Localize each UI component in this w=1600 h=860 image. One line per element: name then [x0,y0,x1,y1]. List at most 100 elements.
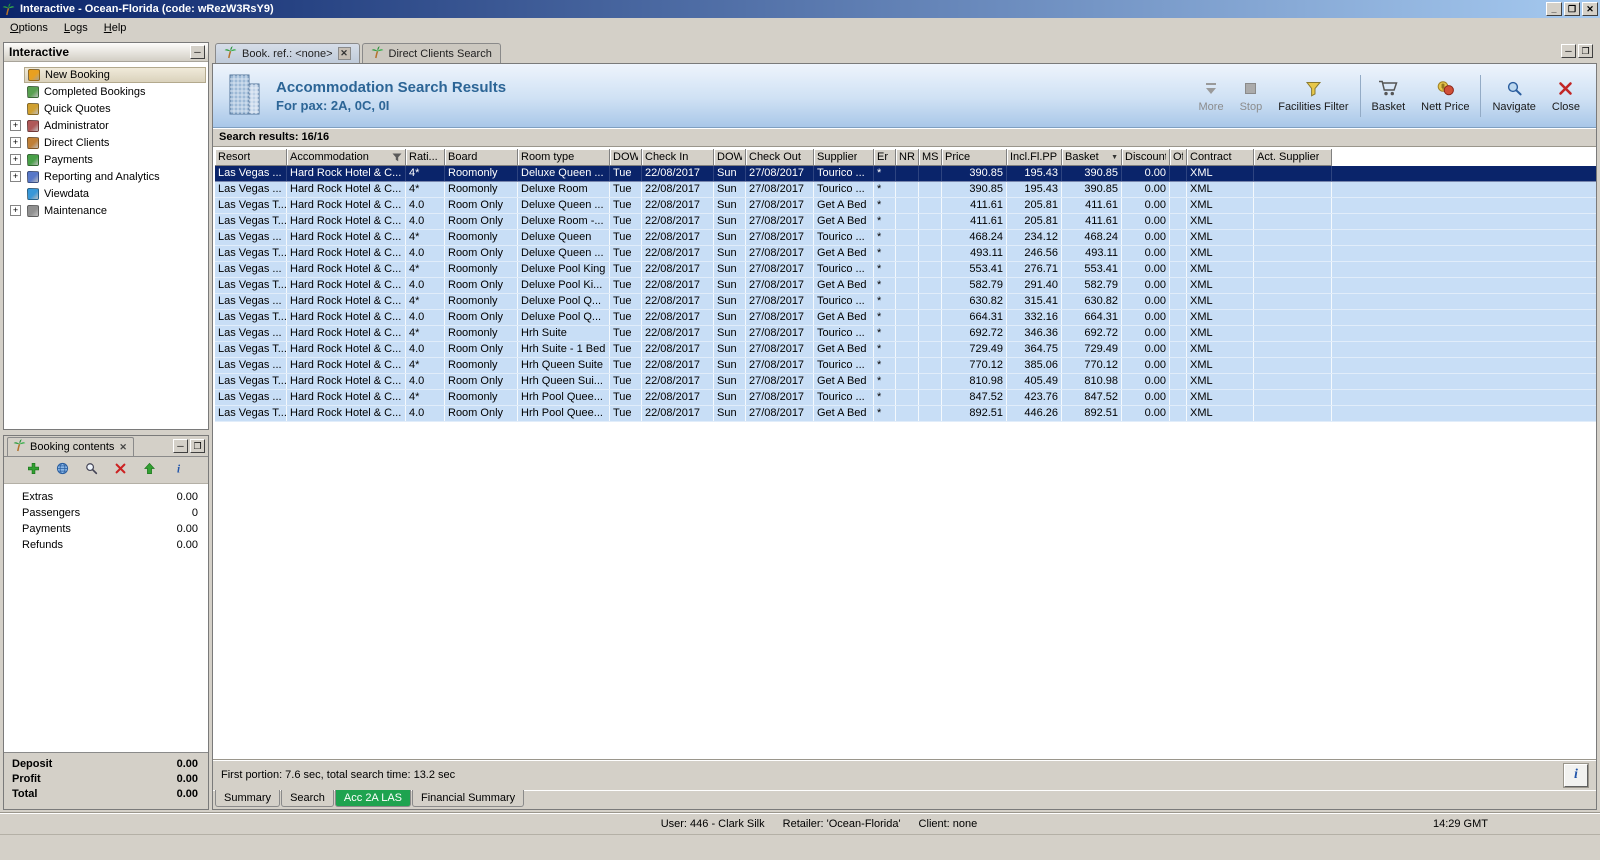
info-button[interactable]: i [169,460,189,480]
cell: XML [1187,358,1254,373]
toolbar-basket-button[interactable]: Basket [1364,70,1414,122]
cell [896,182,919,197]
tab-direct-clients-search[interactable]: Direct Clients Search [361,43,501,63]
expand-icon[interactable]: + [10,137,21,148]
mdi-minimize-button[interactable]: ─ [1561,44,1576,58]
globe-icon [56,462,69,478]
expand-icon[interactable]: + [10,120,21,131]
column-header-check-out[interactable]: Check Out [746,149,814,166]
table-row[interactable]: Las Vegas ... Hard Rock Hotel & C... 4* Roo… [215,294,1596,310]
panel-collapse-button[interactable]: ─ [190,45,205,59]
column-header-nr[interactable]: NR [896,149,919,166]
toolbar-nett-price-button[interactable]: Nett Price [1413,70,1477,122]
table-row[interactable]: Las Vegas ... Hard Rock Hotel & C... 4* Roo… [215,390,1596,406]
table-row[interactable]: Las Vegas T... Hard Rock Hotel & C... 4.0 R… [215,342,1596,358]
sidebar-item-new-booking[interactable]: New Booking [4,66,208,83]
table-row[interactable]: Las Vegas ... Hard Rock Hotel & C... 4* Roo… [215,230,1596,246]
column-header-incl-fl-pp[interactable]: Incl.Fl.PP [1007,149,1062,166]
tab-book-ref-none[interactable]: Book. ref.: <none> ✕ [215,43,360,63]
tab-close-icon[interactable]: ✕ [118,442,128,453]
toolbar-navigate-button[interactable]: Navigate [1484,70,1543,122]
table-row[interactable]: Las Vegas T... Hard Rock Hotel & C... 4.0 R… [215,246,1596,262]
sidebar-item-quick-quotes[interactable]: Quick Quotes [4,100,208,117]
column-header-dow[interactable]: DOW [714,149,746,166]
menu-help[interactable]: Help [96,19,135,37]
bottom-tab-financial-summary[interactable]: Financial Summary [412,790,525,807]
column-header-er[interactable]: Er [874,149,896,166]
column-header-rati[interactable]: Rati... [406,149,445,166]
table-row[interactable]: Las Vegas T... Hard Rock Hotel & C... 4.0 R… [215,278,1596,294]
column-header-basket[interactable]: Basket ▼ [1062,149,1122,166]
cell: 22/08/2017 [642,326,714,341]
maximize-button[interactable]: ❐ [1564,2,1580,16]
booking-contents-tab[interactable]: Booking contents ✕ [7,437,134,456]
close-button[interactable]: ✕ [1582,2,1598,16]
delete-button[interactable] [111,460,131,480]
table-row[interactable]: Las Vegas T... Hard Rock Hotel & C... 4.0 R… [215,406,1596,422]
booking-contents-row[interactable]: Refunds 0.00 [4,539,208,555]
table-row[interactable]: Las Vegas ... Hard Rock Hotel & C... 4* Roo… [215,182,1596,198]
column-header-discount[interactable]: Discount [1122,149,1170,166]
menu-logs[interactable]: Logs [56,19,96,37]
sidebar-item-maintenance[interactable]: + Maintenance [4,202,208,219]
column-header-accommodation[interactable]: Accommodation [287,149,406,166]
bottom-tab-search[interactable]: Search [281,790,334,807]
column-header-dow[interactable]: DOW [610,149,642,166]
sidebar-item-reporting-and-analytics[interactable]: + Reporting and Analytics [4,168,208,185]
mdi-restore-button[interactable]: ❐ [1578,44,1593,58]
toolbar-facilities-filter-button[interactable]: Facilities Filter [1270,70,1356,122]
column-header-ms[interactable]: MS [919,149,942,166]
panel-minimize-button[interactable]: ─ [173,439,188,453]
table-row[interactable]: Las Vegas T... Hard Rock Hotel & C... 4.0 R… [215,214,1596,230]
column-header-board[interactable]: Board [445,149,518,166]
booking-item-label: Refunds [22,539,63,551]
filter-icon[interactable] [392,153,402,162]
bottom-tab-summary[interactable]: Summary [215,790,281,807]
cell [919,374,942,389]
booking-contents-row[interactable]: Passengers 0 [4,507,208,523]
table-row[interactable]: Las Vegas T... Hard Rock Hotel & C... 4.0 R… [215,198,1596,214]
promote-button[interactable] [140,460,160,480]
column-header-of[interactable]: Of [1170,149,1187,166]
cell: 22/08/2017 [642,406,714,421]
search-button[interactable] [82,460,102,480]
column-header-supplier[interactable]: Supplier [814,149,874,166]
table-row[interactable]: Las Vegas T... Hard Rock Hotel & C... 4.0 R… [215,310,1596,326]
expand-icon[interactable]: + [10,171,21,182]
cell [919,182,942,197]
table-row[interactable]: Las Vegas T... Hard Rock Hotel & C... 4.0 R… [215,374,1596,390]
sidebar-item-payments[interactable]: + Payments [4,151,208,168]
cell: Hrh Pool Quee... [518,406,610,421]
booking-contents-row[interactable]: Extras 0.00 [4,491,208,507]
expand-icon[interactable]: + [10,154,21,165]
globe-button[interactable] [53,460,73,480]
cell: * [874,294,896,309]
minimize-button[interactable]: _ [1546,2,1562,16]
cell: 27/08/2017 [746,230,814,245]
expand-icon[interactable]: + [10,205,21,216]
table-row[interactable]: Las Vegas ... Hard Rock Hotel & C... 4* Roo… [215,358,1596,374]
bottom-tab-acc-2a-las[interactable]: Acc 2A LAS [334,790,412,807]
toolbar-close-button[interactable]: Close [1544,70,1588,122]
info-button[interactable]: i [1563,762,1589,788]
panel-restore-button[interactable]: ❐ [190,439,205,453]
sidebar-item-administrator[interactable]: + Administrator [4,117,208,134]
column-header-resort[interactable]: Resort [215,149,287,166]
palm-icon [371,45,384,62]
sidebar-item-direct-clients[interactable]: + Direct Clients [4,134,208,151]
table-row[interactable]: Las Vegas ... Hard Rock Hotel & C... 4* Roo… [215,166,1596,182]
column-header-contract[interactable]: Contract [1187,149,1254,166]
add-button[interactable] [24,460,44,480]
table-row[interactable]: Las Vegas ... Hard Rock Hotel & C... 4* Roo… [215,262,1596,278]
column-header-room-type[interactable]: Room type [518,149,610,166]
table-row[interactable]: Las Vegas ... Hard Rock Hotel & C... 4* Roo… [215,326,1596,342]
sidebar-item-completed-bookings[interactable]: Completed Bookings [4,83,208,100]
column-header-check-in[interactable]: Check In [642,149,714,166]
sidebar-item-viewdata[interactable]: Viewdata [4,185,208,202]
tab-close-icon[interactable]: ✕ [337,47,351,60]
menu-options[interactable]: Options [2,19,56,37]
booking-contents-row[interactable]: Payments 0.00 [4,523,208,539]
cell [896,230,919,245]
column-header-act-supplier[interactable]: Act. Supplier [1254,149,1332,166]
column-header-price[interactable]: Price [942,149,1007,166]
